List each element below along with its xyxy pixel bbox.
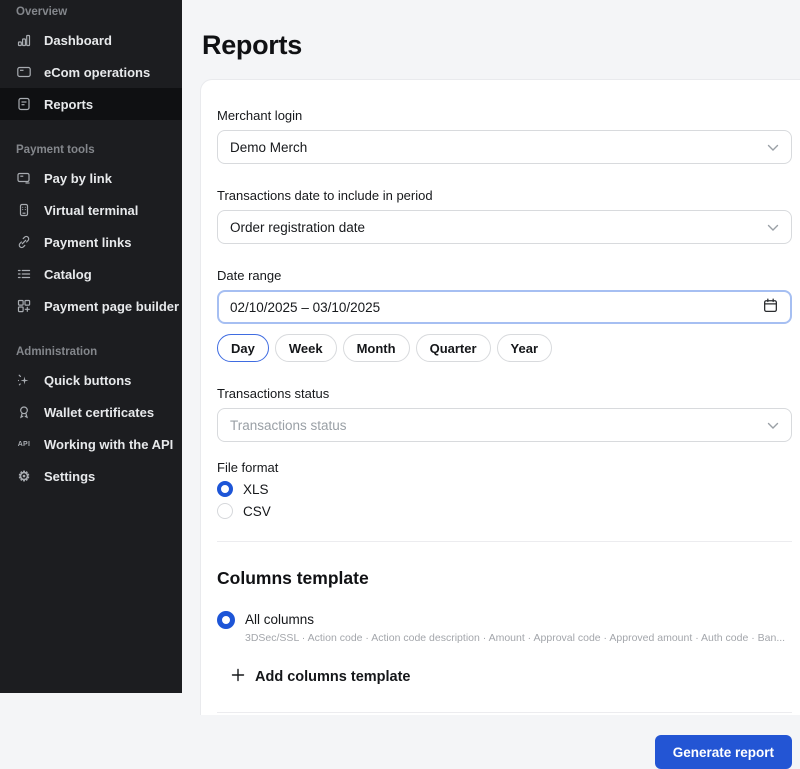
sidebar-item-label: Catalog xyxy=(44,267,92,282)
sidebar-item-payment-page-builder[interactable]: Payment page builder xyxy=(0,290,182,322)
period-pill-group: Day Week Month Quarter Year xyxy=(217,334,792,362)
chevron-down-icon xyxy=(767,418,779,433)
sidebar-item-label: eCom operations xyxy=(44,65,150,80)
file-format-option-xls[interactable]: XLS xyxy=(217,481,792,497)
sidebar-item-label: Virtual terminal xyxy=(44,203,138,218)
divider xyxy=(217,712,792,713)
file-format-label: File format xyxy=(217,460,792,475)
chevron-down-icon xyxy=(767,140,779,155)
sidebar: Overview Dashboard eCom operations Repor… xyxy=(0,0,182,693)
calendar-icon[interactable] xyxy=(762,297,779,317)
transactions-date-select[interactable]: Order registration date xyxy=(217,210,792,244)
add-columns-template-button[interactable]: Add columns template xyxy=(231,668,411,686)
generate-report-button[interactable]: Generate report xyxy=(655,735,792,769)
transactions-date-value: Order registration date xyxy=(230,220,365,235)
sidebar-item-label: Settings xyxy=(44,469,95,484)
form-footer: Generate report xyxy=(217,735,792,769)
merchant-login-group: Merchant login Demo Merch xyxy=(217,108,792,164)
merchant-login-value: Demo Merch xyxy=(230,140,307,155)
link-icon xyxy=(16,234,32,250)
date-range-value: 02/10/2025 – 03/10/2025 xyxy=(230,300,380,315)
sidebar-section-overview: Overview xyxy=(0,6,182,18)
sidebar-item-settings[interactable]: ⚙ Settings xyxy=(0,460,182,492)
sidebar-item-label: Working with the API xyxy=(44,437,173,452)
radio-label: XLS xyxy=(243,482,269,497)
option-text: All columns 3DSec/SSL · Action code · Ac… xyxy=(245,611,785,644)
sidebar-item-label: Pay by link xyxy=(44,171,112,186)
sidebar-item-working-with-api[interactable]: API Working with the API xyxy=(0,428,182,460)
transactions-status-select[interactable]: Transactions status xyxy=(217,408,792,442)
gear-icon: ⚙ xyxy=(16,468,32,484)
period-pill-month[interactable]: Month xyxy=(343,334,410,362)
period-pill-quarter[interactable]: Quarter xyxy=(416,334,491,362)
medal-icon xyxy=(16,404,32,420)
card-icon xyxy=(16,64,32,80)
report-icon xyxy=(16,96,32,112)
period-pill-day[interactable]: Day xyxy=(217,334,269,362)
sidebar-item-wallet-certificates[interactable]: Wallet certificates xyxy=(0,396,182,428)
period-pill-year[interactable]: Year xyxy=(497,334,552,362)
date-range-label: Date range xyxy=(217,268,792,283)
builder-icon xyxy=(16,298,32,314)
transactions-status-group: Transactions status Transactions status xyxy=(217,386,792,442)
file-format-group: File format XLS CSV xyxy=(217,460,792,519)
sidebar-item-virtual-terminal[interactable]: Virtual terminal xyxy=(0,194,182,226)
pay-link-icon xyxy=(16,170,32,186)
pill-label: Day xyxy=(231,341,255,356)
period-pill-week[interactable]: Week xyxy=(275,334,337,362)
sidebar-item-catalog[interactable]: Catalog xyxy=(0,258,182,290)
list-icon xyxy=(16,266,32,282)
chevron-down-icon xyxy=(767,220,779,235)
transactions-status-placeholder: Transactions status xyxy=(230,418,347,433)
date-range-group: Date range 02/10/2025 – 03/10/2025 Day W… xyxy=(217,268,792,362)
radio-checked-icon xyxy=(217,611,235,629)
columns-template-heading: Columns template xyxy=(217,568,792,589)
terminal-icon xyxy=(16,202,32,218)
merchant-login-select[interactable]: Demo Merch xyxy=(217,130,792,164)
pill-label: Quarter xyxy=(430,341,477,356)
file-format-option-csv[interactable]: CSV xyxy=(217,503,792,519)
sidebar-item-label: Dashboard xyxy=(44,33,112,48)
api-icon: API xyxy=(16,436,32,452)
sparkle-icon xyxy=(16,372,32,388)
pill-label: Week xyxy=(289,341,323,356)
sidebar-item-reports[interactable]: Reports xyxy=(0,88,182,120)
option-label: All columns xyxy=(245,611,785,627)
sidebar-item-label: Wallet certificates xyxy=(44,405,154,420)
main-content: Reports Merchant login Demo Merch Transa… xyxy=(182,18,800,711)
page-title: Reports xyxy=(182,18,800,61)
add-columns-template-label: Add columns template xyxy=(255,669,411,685)
transactions-date-label: Transactions date to include in period xyxy=(217,188,792,203)
transactions-status-label: Transactions status xyxy=(217,386,792,401)
pill-label: Month xyxy=(357,341,396,356)
sidebar-item-label: Payment page builder xyxy=(44,299,179,314)
sidebar-item-pay-by-link[interactable]: Pay by link xyxy=(0,162,182,194)
radio-checked-icon xyxy=(217,481,233,497)
option-description: 3DSec/SSL · Action code · Action code de… xyxy=(245,632,785,644)
pill-label: Year xyxy=(511,341,538,356)
plus-icon xyxy=(231,668,245,686)
sidebar-section-payment-tools: Payment tools xyxy=(0,144,182,156)
sidebar-item-ecom-operations[interactable]: eCom operations xyxy=(0,56,182,88)
divider xyxy=(217,541,792,542)
sidebar-item-label: Reports xyxy=(44,97,93,112)
date-range-input[interactable]: 02/10/2025 – 03/10/2025 xyxy=(217,290,792,324)
radio-label: CSV xyxy=(243,504,271,519)
transactions-date-group: Transactions date to include in period O… xyxy=(217,188,792,244)
radio-unchecked-icon xyxy=(217,503,233,519)
columns-template-option-all[interactable]: All columns 3DSec/SSL · Action code · Ac… xyxy=(217,611,792,644)
sidebar-item-label: Payment links xyxy=(44,235,131,250)
sidebar-item-dashboard[interactable]: Dashboard xyxy=(0,24,182,56)
sidebar-item-label: Quick buttons xyxy=(44,373,131,388)
bar-chart-icon xyxy=(16,32,32,48)
sidebar-section-administration: Administration xyxy=(0,346,182,358)
sidebar-item-quick-buttons[interactable]: Quick buttons xyxy=(0,364,182,396)
sidebar-item-payment-links[interactable]: Payment links xyxy=(0,226,182,258)
reports-form-card: Merchant login Demo Merch Transactions d… xyxy=(200,79,800,715)
merchant-login-label: Merchant login xyxy=(217,108,792,123)
